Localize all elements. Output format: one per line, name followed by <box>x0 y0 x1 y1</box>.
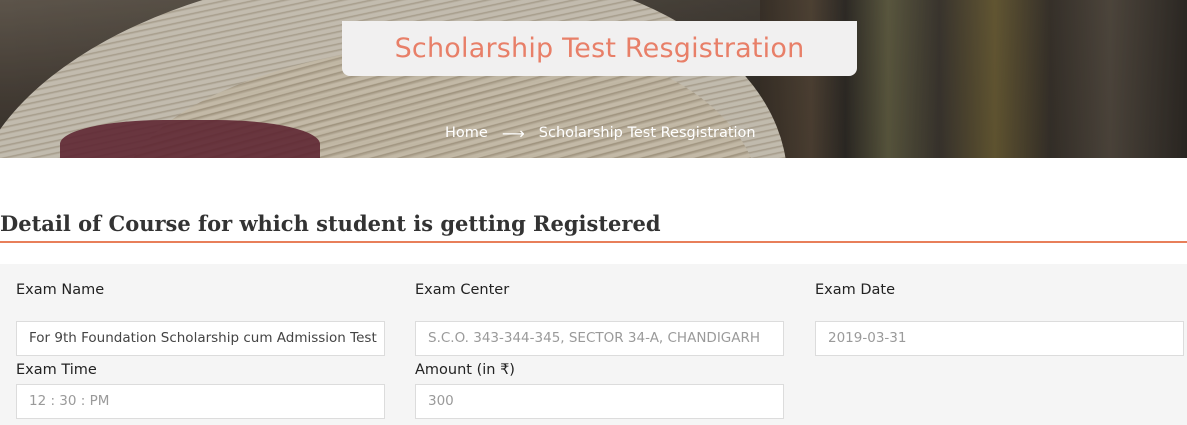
exam-center-group: Exam Center S.C.O. 343-344-345, SECTOR 3… <box>415 280 784 360</box>
arrow-right-icon: ⟶ <box>501 123 525 143</box>
section-divider <box>0 241 1187 243</box>
amount-group: Amount (in ₹) 300 <box>415 360 784 425</box>
exam-name-field[interactable]: For 9th Foundation Scholarship cum Admis… <box>16 321 385 356</box>
breadcrumb-home-link[interactable]: Home <box>445 125 488 141</box>
breadcrumb-current: Scholarship Test Resgistration <box>538 125 756 141</box>
exam-name-group: Exam Name For 9th Foundation Scholarship… <box>16 280 385 360</box>
hero-banner: Scholarship Test Resgistration Home ⟶ Sc… <box>0 0 1187 158</box>
exam-time-group: Exam Time 12 : 30 : PM <box>16 360 385 425</box>
course-detail-form: Exam Name For 9th Foundation Scholarship… <box>0 264 1187 425</box>
page-title: Scholarship Test Resgistration <box>394 33 805 64</box>
exam-time-field[interactable]: 12 : 30 : PM <box>16 384 385 419</box>
exam-date-label: Exam Date <box>815 282 896 298</box>
breadcrumb: Home ⟶ Scholarship Test Resgistration <box>445 123 756 143</box>
section-title: Detail of Course for which student is ge… <box>0 211 661 236</box>
exam-center-label: Exam Center <box>415 282 510 298</box>
exam-time-label: Exam Time <box>16 362 97 378</box>
amount-label: Amount (in ₹) <box>415 362 515 378</box>
exam-name-label: Exam Name <box>16 282 105 298</box>
exam-center-field[interactable]: S.C.O. 343-344-345, SECTOR 34-A, CHANDIG… <box>415 321 784 356</box>
exam-date-field[interactable]: 2019-03-31 <box>815 321 1184 356</box>
amount-field[interactable]: 300 <box>415 384 784 419</box>
exam-date-group: Exam Date 2019-03-31 <box>815 280 1184 360</box>
page-title-box: Scholarship Test Resgistration <box>342 21 857 76</box>
